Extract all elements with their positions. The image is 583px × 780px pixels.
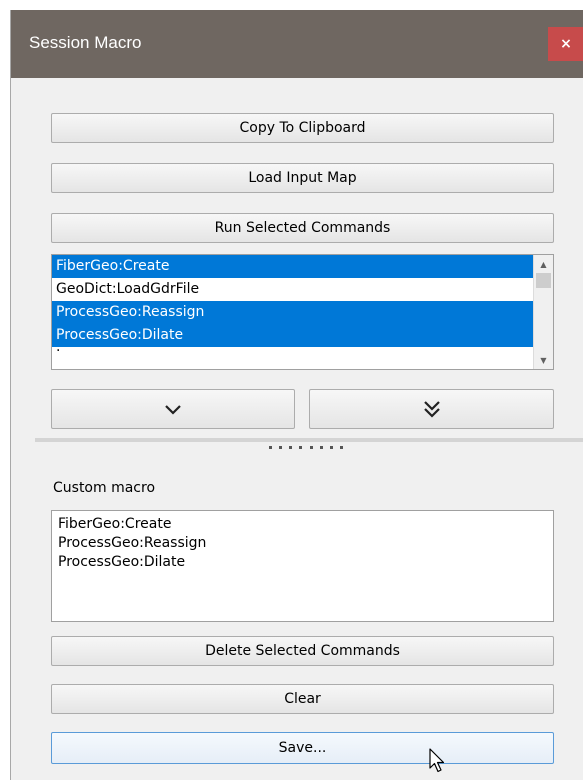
custom-macro-textarea[interactable]: FiberGeo:Create ProcessGeo:Reassign Proc… xyxy=(51,510,554,622)
scroll-down-icon[interactable]: ▼ xyxy=(534,351,553,369)
list-item[interactable]: · xyxy=(52,344,553,361)
title-bar[interactable]: Session Macro × xyxy=(11,10,583,78)
chevron-down-icon xyxy=(165,405,181,415)
splitter-grip-icon[interactable] xyxy=(269,446,343,450)
window-title: Session Macro xyxy=(29,33,142,52)
list-item[interactable]: ProcessGeo:Reassign xyxy=(52,301,553,324)
copy-to-clipboard-button[interactable]: Copy To Clipboard xyxy=(51,113,554,143)
move-down-button[interactable] xyxy=(51,389,295,429)
save-button[interactable]: Save... xyxy=(51,732,554,764)
macro-line: FiberGeo:Create xyxy=(58,516,172,532)
move-to-bottom-button[interactable] xyxy=(309,389,554,429)
session-macro-window: Session Macro × Copy To Clipboard Load I… xyxy=(10,10,583,780)
custom-macro-label: Custom macro xyxy=(53,480,156,496)
list-item[interactable]: FiberGeo:Create xyxy=(52,255,553,278)
command-list[interactable]: FiberGeo:Create GeoDict:LoadGdrFile Proc… xyxy=(51,254,554,370)
list-scrollbar[interactable]: ▲ ▼ xyxy=(533,255,553,369)
delete-selected-commands-button[interactable]: Delete Selected Commands xyxy=(51,636,554,666)
list-item[interactable]: ProcessGeo:Dilate xyxy=(52,324,553,347)
close-button[interactable]: × xyxy=(548,27,583,61)
scroll-thumb[interactable] xyxy=(536,273,551,288)
double-chevron-down-icon xyxy=(423,401,440,418)
macro-line: ProcessGeo:Reassign xyxy=(58,535,207,551)
list-item[interactable]: GeoDict:LoadGdrFile xyxy=(52,278,553,301)
clear-button[interactable]: Clear xyxy=(51,684,554,714)
load-input-map-button[interactable]: Load Input Map xyxy=(51,163,554,193)
mouse-pointer-icon xyxy=(429,748,445,773)
close-icon: × xyxy=(560,36,572,52)
run-selected-commands-button[interactable]: Run Selected Commands xyxy=(51,213,554,243)
macro-line: ProcessGeo:Dilate xyxy=(58,554,186,570)
splitter[interactable] xyxy=(35,438,583,442)
scroll-up-icon[interactable]: ▲ xyxy=(534,255,553,273)
